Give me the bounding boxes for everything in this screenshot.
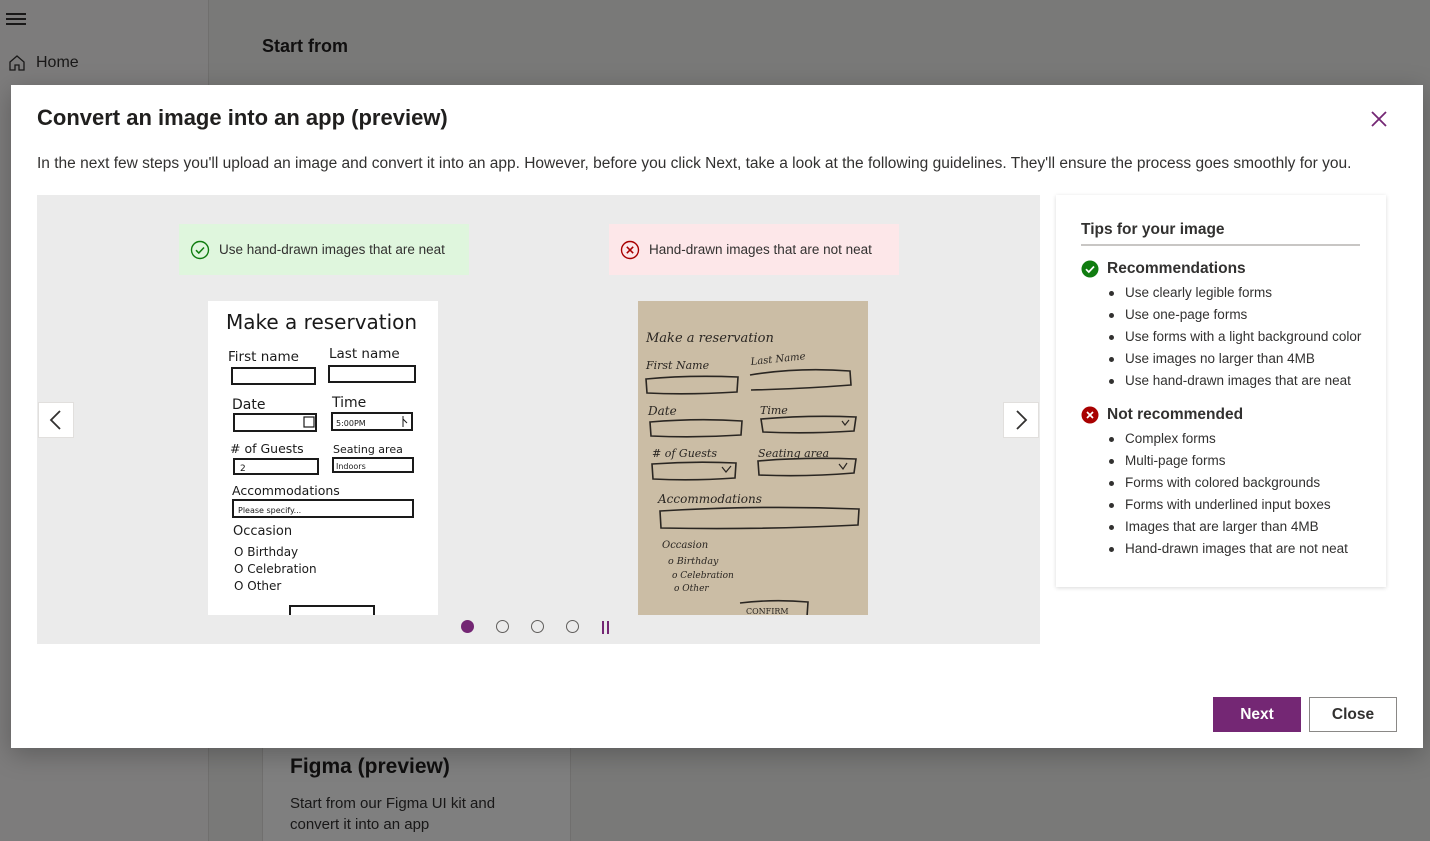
list-item: Hand-drawn images that are not neat [1081,538,1361,560]
carousel-next-button[interactable] [1003,402,1039,438]
list-item: Forms with underlined input boxes [1081,494,1361,516]
sketch-label: Date [647,404,677,418]
sketch-label: Seating area [333,443,403,456]
carousel-dot-4[interactable] [566,619,579,633]
sketch-option: o Birthday [668,556,719,567]
tips-title: Tips for your image [1081,221,1360,246]
messy-sketch-image: Make a reservation First Name Last Name … [638,301,868,615]
sketch-value: 5:00PM [336,419,366,428]
list-item: Multi-page forms [1081,450,1361,472]
image-carousel: Use hand-drawn images that are neat Hand… [37,195,1040,644]
recommendations-heading-text: Recommendations [1107,260,1246,277]
list-item: Use forms with a light background color [1081,326,1361,348]
not-recommended-heading-text: Not recommended [1107,406,1244,423]
sketch-label: Accommodations [657,492,762,506]
convert-image-dialog: Convert an image into an app (preview) I… [11,85,1423,748]
sketch-option: O Other [234,579,281,593]
dialog-title: Convert an image into an app (preview) [37,105,448,130]
sketch-title: Make a reservation [226,310,417,334]
bad-example-text: Hand-drawn images that are not neat [649,242,872,257]
check-filled-icon [1081,260,1099,278]
check-circle-icon [190,240,210,259]
list-item: Complex forms [1081,428,1361,450]
sketch-label: Accommodations [232,483,340,498]
sketch-option: O Celebration [234,562,317,576]
sketch-label: CONFIRM [746,607,789,615]
carousel-pagination [461,615,612,637]
chevron-right-icon [1016,410,1028,430]
pause-icon[interactable] [599,621,612,637]
list-item: Images that are larger than 4MB [1081,516,1361,538]
good-example-label: Use hand-drawn images that are neat [179,224,469,275]
sketch-label: # of Guests [652,447,717,460]
error-circle-icon [620,240,640,259]
list-item: Use one-page forms [1081,304,1361,326]
list-item: Use hand-drawn images that are neat [1081,370,1361,392]
carousel-dot-3[interactable] [531,619,544,633]
sketch-value: 2 [240,464,246,474]
sketch-label: Occasion [233,524,292,539]
recommendations-heading: Recommendations [1081,260,1361,278]
not-recommended-section: Not recommended Complex forms Multi-page… [1081,406,1361,560]
sketch-label: # of Guests [230,441,304,456]
sketch-title: Make a reservation [645,331,774,346]
dialog-description: In the next few steps you'll upload an i… [37,155,1352,172]
good-example-text: Use hand-drawn images that are neat [219,242,445,257]
sketch-label: Occasion [662,540,708,551]
sketch-label: Date [232,397,265,413]
chevron-left-icon [49,410,61,430]
not-recommended-list: Complex forms Multi-page forms Forms wit… [1081,428,1361,560]
tips-panel: Tips for your image Recommendations Use … [1056,195,1386,587]
error-filled-icon [1081,406,1099,424]
close-button[interactable]: Close [1309,697,1397,732]
sketch-label: Time [331,395,366,411]
bad-example-label: Hand-drawn images that are not neat [609,224,899,275]
next-button[interactable]: Next [1213,697,1301,732]
sketch-option: o Other [674,584,709,594]
carousel-prev-button[interactable] [38,402,74,438]
sketch-placeholder: Please specify... [238,506,301,515]
sketch-label: Last name [329,346,400,362]
list-item: Use images no larger than 4MB [1081,348,1361,370]
not-recommended-heading: Not recommended [1081,406,1361,424]
recommendations-section: Recommendations Use clearly legible form… [1081,260,1361,392]
carousel-dot-1[interactable] [461,619,474,633]
recommendations-list: Use clearly legible forms Use one-page f… [1081,282,1361,392]
sketch-value: Indoors [336,462,366,471]
list-item: Forms with colored backgrounds [1081,472,1361,494]
sketch-label: Time [760,404,788,417]
sketch-option: O Birthday [234,545,298,559]
sketch-option: o Celebration [672,571,734,581]
close-icon[interactable] [1369,109,1389,129]
list-item: Use clearly legible forms [1081,282,1361,304]
carousel-dot-2[interactable] [496,619,509,633]
neat-sketch-image: Make a reservation First name Last name … [208,301,438,615]
sketch-label: First Name [645,359,710,372]
sketch-label: First name [228,349,299,365]
